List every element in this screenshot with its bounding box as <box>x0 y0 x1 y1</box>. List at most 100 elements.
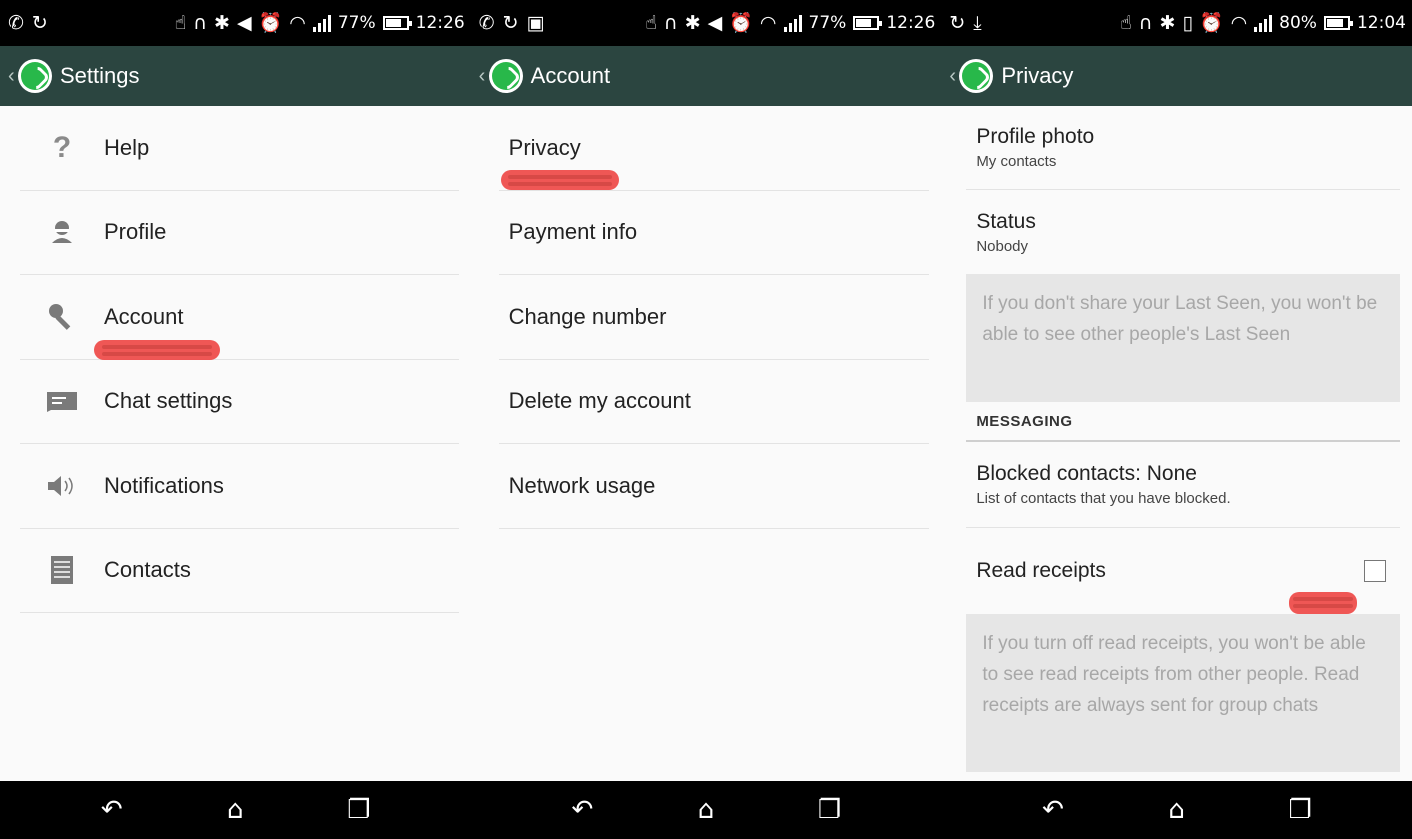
account-item-label: Delete my account <box>508 388 691 414</box>
settings-item-label: Chat settings <box>104 388 233 414</box>
account-item-label: Payment info <box>508 219 638 245</box>
read-receipts-note: If you turn off read receipts, you won't… <box>966 614 1400 772</box>
highlight-scribble <box>94 340 220 360</box>
privacy-item-title: Read receipts <box>976 559 1106 582</box>
touch-icon: ☝ <box>174 11 187 34</box>
highlight-scribble <box>1289 592 1358 614</box>
home-icon[interactable]: ⌂ <box>1157 795 1197 825</box>
battery-icon <box>853 16 883 30</box>
last-seen-note: If you don't share your Last Seen, you w… <box>966 274 1400 402</box>
account-item-network-usage[interactable]: Network usage <box>498 444 930 529</box>
bluetooth-icon: ✱ <box>1159 11 1176 34</box>
messaging-section-header: MESSAGING <box>966 402 1400 442</box>
privacy-item-profile-photo[interactable]: Profile photo My contacts <box>966 106 1400 190</box>
battery-percent: 80% <box>1279 13 1317 33</box>
back-chevron-icon[interactable]: ‹ <box>8 65 18 88</box>
back-chevron-icon[interactable]: ‹ <box>949 65 959 88</box>
settings-item-label: Account <box>104 303 184 329</box>
whatsapp-notification-icon: ✆ <box>8 11 24 34</box>
download-icon: ⤓ <box>973 11 982 34</box>
status-bar: ✆ ↻ ▣ ☝ ∩ ✱ ◀ ⏰ ◠ 77% 12:26 <box>470 0 942 46</box>
settings-item-label: Notifications <box>104 472 224 498</box>
wifi-icon: ◠ <box>759 11 777 34</box>
privacy-list: Profile photo My contacts Status Nobody … <box>966 106 1400 772</box>
whatsapp-logo-icon[interactable] <box>18 59 52 93</box>
settings-item-label: Help <box>104 134 150 160</box>
screen-title: Privacy <box>1001 63 1074 88</box>
privacy-item-status[interactable]: Status Nobody <box>966 190 1400 274</box>
touch-icon: ☝ <box>645 11 657 34</box>
alarm-icon: ⏰ <box>258 11 283 34</box>
whatsapp-logo-icon[interactable] <box>488 59 523 93</box>
account-item-delete-account[interactable]: Delete my account <box>498 360 930 444</box>
sync-icon: ↻ <box>949 11 966 34</box>
alarm-icon: ⏰ <box>1199 11 1224 34</box>
recent-apps-icon[interactable]: ❐ <box>810 795 850 825</box>
bluetooth-icon: ✱ <box>684 11 701 34</box>
recent-apps-icon[interactable]: ❐ <box>339 795 379 825</box>
mute-icon: ◀ <box>707 11 723 34</box>
home-icon[interactable]: ⌂ <box>215 795 255 825</box>
battery-percent: 77% <box>337 13 376 33</box>
screen-title: Settings <box>60 63 140 88</box>
whatsapp-notification-icon: ✆ <box>478 11 495 34</box>
privacy-item-value: My contacts <box>976 153 1057 170</box>
headset-icon: ∩ <box>193 11 208 34</box>
headset-icon: ∩ <box>663 11 678 34</box>
action-bar: ‹ Privacy <box>941 46 1412 106</box>
back-icon[interactable]: ↶ <box>92 795 132 825</box>
privacy-item-blocked-contacts[interactable]: Blocked contacts: None List of contacts … <box>966 442 1400 528</box>
bluetooth-icon: ✱ <box>214 11 230 34</box>
status-bar: ✆ ↻ ☝ ∩ ✱ ◀ ⏰ ◠ 77% 12:26 <box>0 0 471 46</box>
battery-icon <box>382 16 412 30</box>
help-icon: ? <box>52 130 72 164</box>
whatsapp-logo-icon[interactable] <box>959 59 994 93</box>
clock: 12:26 <box>415 13 465 33</box>
signal-icon <box>312 14 331 32</box>
read-receipts-checkbox[interactable] <box>1363 560 1386 582</box>
back-icon[interactable]: ↶ <box>1033 795 1073 825</box>
recent-apps-icon[interactable]: ❐ <box>1280 795 1320 825</box>
privacy-item-value: Nobody <box>976 237 1029 255</box>
clock: 12:04 <box>1356 13 1406 33</box>
alarm-icon: ⏰ <box>729 11 753 34</box>
back-chevron-icon[interactable]: ‹ <box>479 65 489 88</box>
settings-item-notifications[interactable]: Notifications <box>20 444 459 529</box>
chat-icon <box>20 390 104 413</box>
settings-item-account[interactable]: Account <box>20 275 459 360</box>
settings-item-chat-settings[interactable]: Chat settings <box>20 360 459 444</box>
settings-list: ? Help Profile Account Chat settings Not… <box>20 106 459 613</box>
account-item-label: Privacy <box>508 134 581 160</box>
account-item-label: Change number <box>508 303 667 329</box>
privacy-screen: ↻ ⤓ ☝ ∩ ✱ ▯ ⏰ ◠ 80% 12:04 ‹ Privacy Prof… <box>941 0 1412 839</box>
clock: 12:26 <box>886 13 936 33</box>
home-icon[interactable]: ⌂ <box>686 795 726 825</box>
navigation-bar: ↶ ⌂ ❐ <box>941 781 1412 839</box>
privacy-item-title: Profile photo <box>976 125 1095 148</box>
settings-item-help[interactable]: ? Help <box>20 106 459 191</box>
wifi-icon: ◠ <box>289 11 306 34</box>
speaker-icon <box>20 473 104 499</box>
touch-icon: ☝ <box>1120 11 1132 34</box>
back-icon[interactable]: ↶ <box>562 795 602 825</box>
battery-icon <box>1323 16 1353 30</box>
mute-icon: ◀ <box>236 11 252 34</box>
account-item-label: Network usage <box>508 472 656 498</box>
privacy-item-title: Status <box>976 209 1036 233</box>
settings-item-label: Contacts <box>104 557 191 583</box>
screenshot-collage: ✆ ↻ ☝ ∩ ✱ ◀ ⏰ ◠ 77% 12:26 ‹ Settings ? H… <box>0 0 1412 839</box>
profile-icon <box>20 219 104 245</box>
account-item-change-number[interactable]: Change number <box>498 275 930 360</box>
action-bar: ‹ Settings <box>0 46 471 106</box>
account-screen: ✆ ↻ ▣ ☝ ∩ ✱ ◀ ⏰ ◠ 77% 12:26 ‹ Account Pr… <box>470 0 942 839</box>
contacts-icon <box>20 556 104 585</box>
settings-item-profile[interactable]: Profile <box>20 191 459 275</box>
status-bar: ↻ ⤓ ☝ ∩ ✱ ▯ ⏰ ◠ 80% 12:04 <box>941 0 1412 46</box>
highlight-scribble <box>500 170 619 190</box>
battery-percent: 77% <box>808 13 847 33</box>
settings-item-contacts[interactable]: Contacts <box>20 529 459 613</box>
account-item-payment-info[interactable]: Payment info <box>498 191 930 275</box>
wifi-icon: ◠ <box>1230 11 1248 34</box>
privacy-item-title: Blocked contacts: None <box>976 462 1197 485</box>
settings-screen: ✆ ↻ ☝ ∩ ✱ ◀ ⏰ ◠ 77% 12:26 ‹ Settings ? H… <box>0 0 471 839</box>
